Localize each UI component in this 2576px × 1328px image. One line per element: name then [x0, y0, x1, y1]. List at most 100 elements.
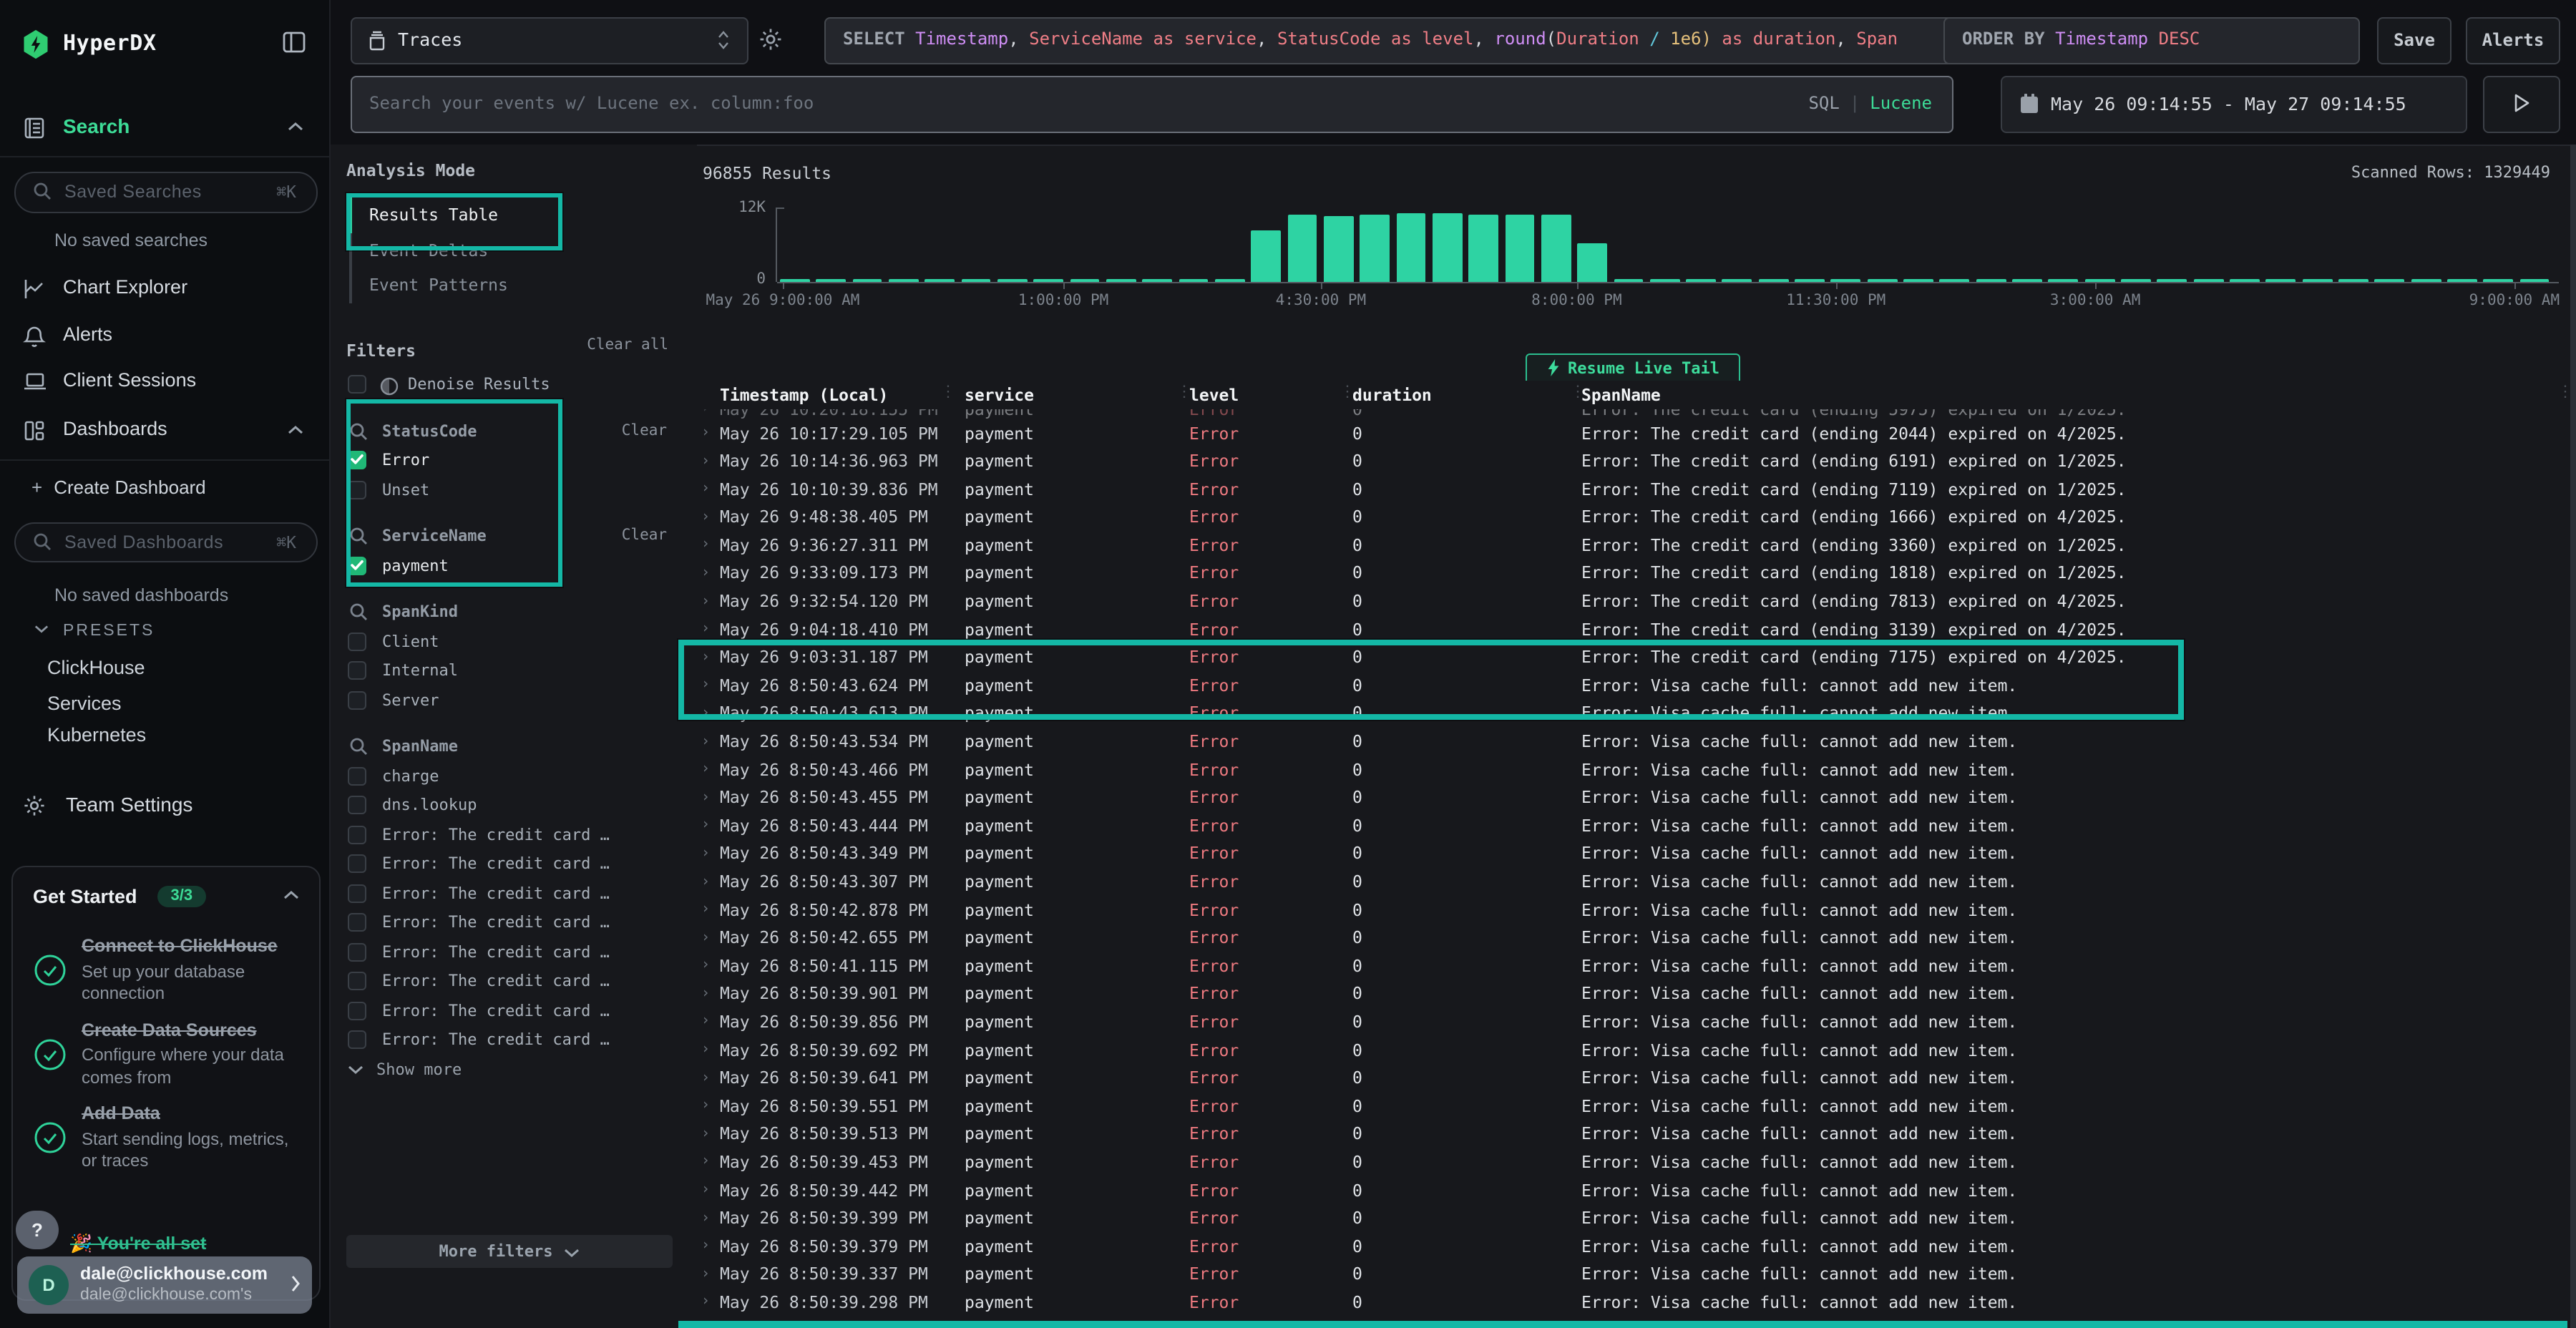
- filter-option[interactable]: Error: [348, 446, 697, 476]
- histogram-bar[interactable]: [1034, 279, 1064, 282]
- histogram-bar[interactable]: [2121, 279, 2151, 282]
- histogram-bar[interactable]: [2411, 279, 2441, 282]
- histogram-bar[interactable]: [1903, 279, 1933, 282]
- filter-option[interactable]: Error: The credit card …: [348, 1026, 697, 1055]
- histogram-bar[interactable]: [2230, 279, 2260, 282]
- column-separator-icon[interactable]: ⋮: [1176, 382, 1192, 401]
- create-dashboard-button[interactable]: +Create Dashboard: [31, 477, 206, 498]
- checkbox[interactable]: [348, 661, 366, 680]
- table-row[interactable]: ›May 26 8:50:43.624 PMpaymentError0Error…: [697, 672, 2576, 700]
- app-logo[interactable]: HyperDX: [0, 26, 329, 66]
- histogram-bar[interactable]: [2049, 279, 2079, 282]
- row-expand-chevron-icon[interactable]: ›: [701, 425, 710, 441]
- row-expand-chevron-icon[interactable]: ›: [701, 789, 710, 805]
- table-row[interactable]: ›May 26 8:50:39.337 PMpaymentError0Error…: [697, 1261, 2576, 1289]
- filter-option[interactable]: payment: [348, 552, 697, 581]
- checkbox[interactable]: [348, 942, 366, 961]
- sidebar-item-client-sessions[interactable]: Client Sessions: [0, 365, 329, 399]
- table-row[interactable]: ›May 26 8:50:39.641 PMpaymentError0Error…: [697, 1064, 2576, 1092]
- clear-filter-link[interactable]: Clear: [622, 527, 667, 544]
- histogram-bar[interactable]: [2266, 279, 2296, 282]
- checkbox[interactable]: [348, 556, 366, 575]
- histogram-bar[interactable]: [1215, 279, 1245, 282]
- histogram-bar[interactable]: [2157, 279, 2187, 282]
- row-expand-chevron-icon[interactable]: ›: [701, 733, 710, 749]
- order-by-input[interactable]: ORDER BY Timestamp DESC: [1943, 17, 2360, 64]
- histogram-bar[interactable]: [2375, 279, 2405, 282]
- histogram-bar[interactable]: [1324, 215, 1354, 282]
- table-row[interactable]: ›May 26 8:50:39.379 PMpaymentError0Error…: [697, 1232, 2576, 1260]
- sidebar-item-services[interactable]: Services: [47, 693, 122, 714]
- checkbox[interactable]: [348, 632, 366, 650]
- histogram-bar[interactable]: [2447, 279, 2477, 282]
- time-range-picker[interactable]: May 26 09:14:55 - May 27 09:14:55: [2001, 76, 2467, 133]
- row-expand-chevron-icon[interactable]: ›: [701, 1182, 710, 1198]
- chevron-up-icon[interactable]: [288, 425, 303, 435]
- filter-option[interactable]: Error: The credit card …: [348, 909, 697, 938]
- sidebar-item-clickhouse[interactable]: ClickHouse: [47, 657, 145, 678]
- histogram-bar[interactable]: [1577, 243, 1607, 282]
- lucene-search-input[interactable]: Search your events w/ Lucene ex. column:…: [351, 76, 1953, 133]
- user-menu[interactable]: D dale@clickhouse.com dale@clickhouse.co…: [17, 1256, 312, 1314]
- row-expand-chevron-icon[interactable]: ›: [701, 453, 710, 469]
- results-histogram[interactable]: [776, 208, 2553, 282]
- histogram-bar[interactable]: [2338, 279, 2368, 282]
- analysis-mode-option[interactable]: Event Patterns: [352, 268, 697, 303]
- column-header-service[interactable]: service: [965, 385, 1034, 405]
- table-row[interactable]: ›May 26 10:17:29.105 PMpaymentError0Erro…: [697, 419, 2576, 447]
- row-expand-chevron-icon[interactable]: ›: [701, 565, 710, 581]
- histogram-bar[interactable]: [2193, 279, 2223, 282]
- histogram-bar[interactable]: [1468, 215, 1498, 282]
- table-row[interactable]: ›May 26 8:50:39.551 PMpaymentError0Error…: [697, 1093, 2576, 1120]
- histogram-bar[interactable]: [1360, 214, 1390, 282]
- column-header-spanname[interactable]: SpanName: [1581, 385, 1661, 405]
- filter-option[interactable]: Error: The credit card …: [348, 967, 697, 997]
- histogram-bar[interactable]: [1433, 214, 1463, 282]
- table-row[interactable]: ›May 26 9:33:09.173 PMpaymentError0Error…: [697, 560, 2576, 587]
- row-expand-chevron-icon[interactable]: ›: [701, 1070, 710, 1085]
- sidebar-item-dashboards[interactable]: Dashboards: [0, 414, 329, 448]
- histogram-bar[interactable]: [1396, 214, 1426, 282]
- language-toggle[interactable]: SQL|Lucene: [1808, 93, 1932, 113]
- scrollbar[interactable]: [2570, 145, 2576, 1328]
- histogram-bar[interactable]: [1976, 279, 2006, 282]
- column-header-duration[interactable]: duration: [1352, 385, 1432, 405]
- histogram-bar[interactable]: [961, 279, 991, 282]
- row-expand-chevron-icon[interactable]: ›: [701, 650, 710, 665]
- row-expand-chevron-icon[interactable]: ›: [701, 678, 710, 693]
- saved-dashboards-input[interactable]: Saved Dashboards ⌘K: [14, 522, 318, 562]
- histogram-bar[interactable]: [1686, 279, 1716, 282]
- histogram-bar[interactable]: [1650, 279, 1680, 282]
- table-row[interactable]: ›May 26 8:50:43.613 PMpaymentError0Error…: [697, 700, 2576, 728]
- histogram-bar[interactable]: [2519, 279, 2550, 282]
- histogram-bar[interactable]: [1143, 279, 1173, 282]
- table-row[interactable]: ›May 26 8:50:43.534 PMpaymentError0Error…: [697, 728, 2576, 756]
- checkbox[interactable]: [348, 374, 366, 393]
- checkbox[interactable]: [348, 825, 366, 844]
- row-expand-chevron-icon[interactable]: ›: [701, 409, 710, 416]
- table-row[interactable]: ›May 26 8:50:39.399 PMpaymentError0Error…: [697, 1204, 2576, 1232]
- sidebar-collapse-icon[interactable]: [282, 30, 306, 54]
- histogram-bar[interactable]: [1541, 215, 1571, 282]
- table-row[interactable]: ›May 26 8:50:39.442 PMpaymentError0Error…: [697, 1176, 2576, 1204]
- toggle-lucene[interactable]: Lucene: [1870, 93, 1932, 113]
- saved-searches-input[interactable]: Saved Searches ⌘K: [14, 172, 318, 213]
- filter-option[interactable]: Error: The credit card …: [348, 821, 697, 850]
- checkbox[interactable]: [348, 1001, 366, 1020]
- histogram-bar[interactable]: [1759, 279, 1789, 282]
- histogram-bar[interactable]: [1287, 215, 1317, 282]
- table-row[interactable]: ›May 26 8:50:39.453 PMpaymentError0Error…: [697, 1148, 2576, 1176]
- filter-option[interactable]: Client: [348, 628, 697, 657]
- more-filters-button[interactable]: More filters: [346, 1235, 673, 1268]
- histogram-bar[interactable]: [1179, 279, 1209, 282]
- histogram-bar[interactable]: [2302, 279, 2332, 282]
- row-expand-chevron-icon[interactable]: ›: [701, 761, 710, 777]
- row-expand-chevron-icon[interactable]: ›: [701, 593, 710, 609]
- checkbox[interactable]: [348, 480, 366, 499]
- histogram-bar[interactable]: [780, 279, 810, 282]
- table-row[interactable]: ›May 26 8:50:43.444 PMpaymentError0Error…: [697, 812, 2576, 840]
- table-row[interactable]: ›May 26 8:50:41.115 PMpaymentError0Error…: [697, 952, 2576, 980]
- row-expand-chevron-icon[interactable]: ›: [701, 621, 710, 637]
- histogram-bar[interactable]: [2484, 279, 2514, 282]
- row-expand-chevron-icon[interactable]: ›: [701, 902, 710, 917]
